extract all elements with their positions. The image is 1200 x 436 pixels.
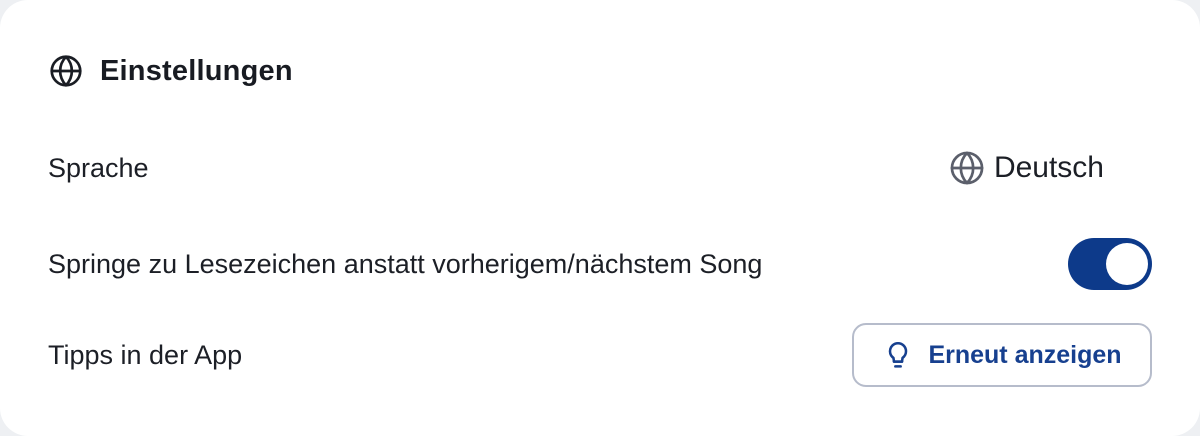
globe-icon <box>948 149 986 187</box>
language-select[interactable]: Deutsch <box>948 149 1104 187</box>
language-label: Sprache <box>48 152 149 183</box>
jump-to-bookmarks-row: Springe zu Lesezeichen anstatt vorherige… <box>48 237 1152 291</box>
page-title: Einstellungen <box>100 54 293 87</box>
tips-row: Tipps in der App Erneut anzeigen <box>48 322 1152 388</box>
language-value: Deutsch <box>993 151 1104 184</box>
show-tips-again-label: Erneut anzeigen <box>928 340 1122 369</box>
settings-header: Einstellungen <box>48 53 293 89</box>
settings-card: Einstellungen Sprache Deutsch Springe zu… <box>0 0 1200 436</box>
globe-icon <box>48 53 84 89</box>
show-tips-again-button[interactable]: Erneut anzeigen <box>852 323 1152 387</box>
language-row: Sprache Deutsch <box>48 145 1152 191</box>
toggle-knob <box>1106 243 1148 285</box>
jump-to-bookmarks-label: Springe zu Lesezeichen anstatt vorherige… <box>48 248 763 279</box>
lightbulb-icon <box>882 339 914 371</box>
tips-label: Tipps in der App <box>48 339 243 370</box>
jump-to-bookmarks-toggle[interactable] <box>1068 238 1152 290</box>
